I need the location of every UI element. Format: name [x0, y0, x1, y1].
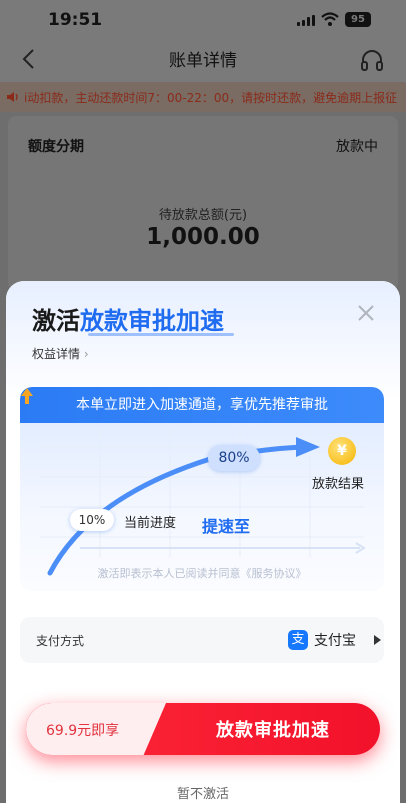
headset-icon[interactable] [360, 48, 384, 72]
battery-icon: 95 [345, 12, 371, 27]
bill-status: 放款中 [336, 139, 378, 155]
amount-label: 待放款总额(元) [158, 208, 248, 223]
payment-method-row[interactable]: 支付方式 支 支付宝 [20, 617, 384, 663]
activation-sheet: 激活放款审批加速 权益详情 › 本单立即进入加速通道，享优先推荐审批 10% 当… [6, 281, 400, 803]
payment-label: 支付方式 [36, 634, 85, 648]
skip-button[interactable]: 暂不激活 [6, 783, 400, 802]
target-percent-pill: 80% [208, 445, 260, 471]
up-arrow-icon [21, 388, 33, 404]
status-bar: 19:51 95 [0, 0, 406, 38]
notice-text: i动扣款，主动还款时间7：00-22：00，请按时还款，避免逾期上报征 [24, 91, 398, 105]
speaker-icon [7, 92, 18, 102]
activate-label: 放款审批加速 [216, 720, 330, 741]
payment-method: 支付宝 [314, 633, 356, 649]
acceleration-panel: 本单立即进入加速通道，享优先推荐审批 10% 当前进度 80% 提速至 ¥ 放款… [20, 387, 384, 591]
sheet-background [6, 281, 400, 401]
caret-right-icon [374, 635, 381, 645]
signal-icon [297, 15, 315, 26]
close-icon[interactable] [356, 303, 376, 323]
chevron-right-icon: › [83, 347, 89, 361]
alipay-icon: 支 [288, 630, 308, 650]
status-time: 19:51 [48, 10, 103, 30]
sheet-title: 激活放款审批加速 [32, 301, 224, 336]
rights-link-label: 权益详情 [32, 347, 81, 361]
wifi-icon [321, 12, 339, 26]
bill-type: 额度分期 [28, 139, 84, 155]
current-percent-pill: 10% [70, 509, 114, 531]
bill-card: 额度分期 放款中 待放款总额(元) 1,000.00 [8, 116, 398, 291]
yuan-coin-icon: ¥ [328, 437, 356, 465]
activate-button[interactable]: 69.9元即享 放款审批加速 [26, 703, 380, 755]
title-prefix: 激活 [32, 307, 80, 335]
result-label: 放款结果 [312, 477, 365, 492]
title-highlight: 放款审批加速 [80, 307, 224, 335]
page-title: 账单详情 [169, 51, 237, 71]
speedup-label: 提速至 [202, 517, 251, 536]
amount-value: 1,000.00 [146, 224, 260, 250]
price-text: 69.9元即享 [46, 723, 120, 739]
current-progress-label: 当前进度 [124, 516, 177, 531]
nav-header: 账单详情 [0, 38, 406, 82]
rights-link[interactable]: 权益详情 › [32, 345, 89, 362]
title-underline [88, 333, 234, 336]
notice-bar: i动扣款，主动还款时间7：00-22：00，请按时还款，避免逾期上报征 [0, 82, 406, 112]
agreement-text[interactable]: 激活即表示本人已阅读并同意《服务协议》 [20, 565, 384, 581]
